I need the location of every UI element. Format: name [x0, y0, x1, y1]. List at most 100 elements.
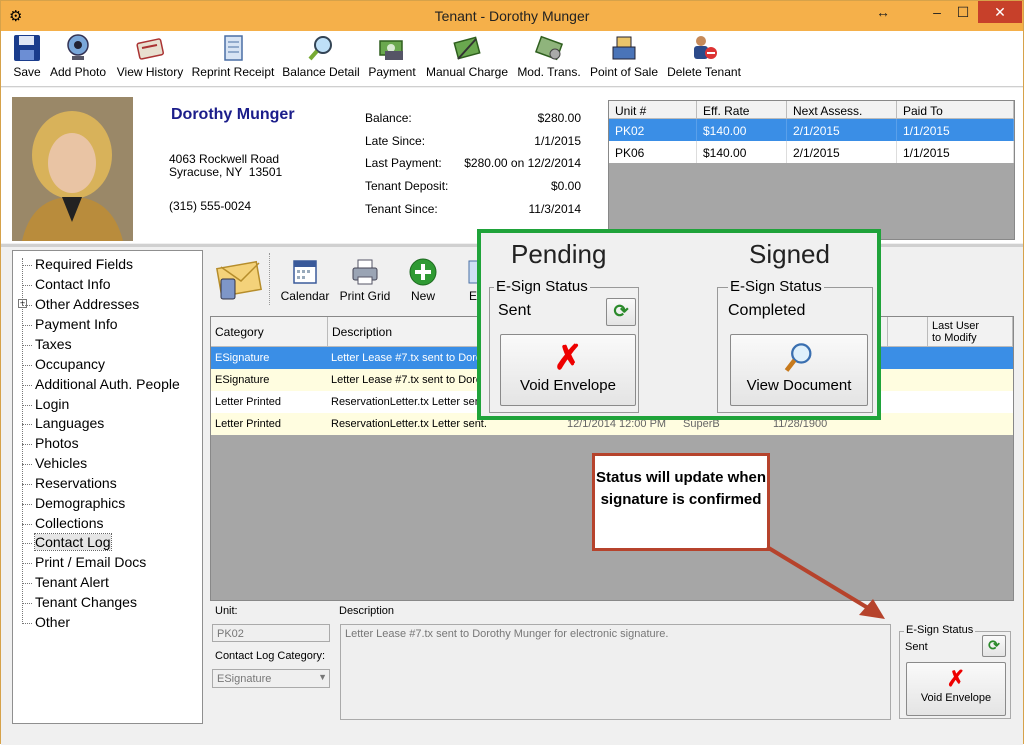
- point-of-sale-button[interactable]: Point of Sale: [589, 33, 659, 85]
- unit-field[interactable]: PK02: [212, 624, 330, 642]
- tree-connector: [22, 424, 32, 425]
- tree-connector: [22, 365, 32, 366]
- tenant-name: Dorothy Munger: [171, 106, 295, 123]
- window-title: Tenant - Dorothy Munger: [434, 8, 590, 24]
- units-header-next-assess[interactable]: Next Assess.: [787, 101, 897, 119]
- tree-connector: [22, 305, 32, 306]
- status-bar: [1, 727, 1023, 745]
- log-header-last-user[interactable]: Last User to Modify: [928, 317, 1013, 347]
- resize-icon[interactable]: ↔: [873, 1, 893, 23]
- print-grid-button[interactable]: Print Grid: [337, 257, 393, 309]
- sidebar-item-occupancy[interactable]: Occupancy: [35, 356, 105, 372]
- close-button[interactable]: ✕: [978, 1, 1022, 23]
- sidebar-item-tenant-changes[interactable]: Tenant Changes: [35, 594, 137, 610]
- refresh-status-button[interactable]: ⟳: [982, 635, 1006, 657]
- reprint-receipt-button[interactable]: Reprint Receipt: [191, 33, 275, 85]
- late-since-label: Late Since:: [365, 134, 426, 148]
- maximize-button[interactable]: ☐: [952, 1, 974, 23]
- sidebar-item-demographics[interactable]: Demographics: [35, 495, 125, 511]
- point-of-sale-icon: [612, 36, 636, 60]
- sidebar-item-login[interactable]: Login: [35, 396, 69, 412]
- tree-connector: [22, 583, 32, 584]
- log-category: Letter Printed: [215, 396, 282, 408]
- refresh-icon: ⟳: [613, 301, 629, 321]
- log-header-category[interactable]: Category: [211, 317, 328, 347]
- status-update-note: Status will update when signature is con…: [592, 453, 770, 551]
- tenant-address: 4063 Rockwell Road Syracuse, NY 13501: [169, 152, 283, 179]
- manual-charge-button[interactable]: Manual Charge: [423, 33, 511, 85]
- refresh-icon: ⟳: [988, 637, 1000, 653]
- new-button[interactable]: New: [405, 257, 441, 309]
- unit-label: Unit:: [215, 605, 238, 617]
- contact-log-category-select[interactable]: ESignature ▼: [212, 669, 330, 688]
- chevron-down-icon[interactable]: ▼: [318, 672, 327, 682]
- view-document-label: View Document: [746, 377, 852, 394]
- main-toolbar: Save Add Photo View History Reprint Rece…: [1, 31, 1023, 87]
- units-header-paid-to[interactable]: Paid To: [897, 101, 1014, 119]
- tree-connector: [22, 444, 32, 445]
- delete-tenant-button[interactable]: Delete Tenant: [665, 33, 743, 85]
- units-row[interactable]: PK06 $140.00 2/1/2015 1/1/2015: [609, 141, 1014, 163]
- save-button[interactable]: Save: [9, 33, 45, 85]
- sidebar-item-taxes[interactable]: Taxes: [35, 336, 72, 352]
- sidebar-item-other[interactable]: Other: [35, 614, 70, 630]
- tenant-photo[interactable]: [12, 97, 133, 241]
- view-history-button[interactable]: View History: [115, 33, 185, 85]
- sidebar-item-required-fields[interactable]: Required Fields: [35, 256, 133, 272]
- tenant-portrait-image: [12, 97, 133, 241]
- red-x-icon: ✗: [946, 666, 966, 691]
- sidebar-item-contact-info[interactable]: Contact Info: [35, 276, 111, 292]
- modify-transaction-icon: [534, 35, 564, 61]
- tree-connector: [22, 543, 32, 544]
- units-header-unit[interactable]: Unit #: [609, 101, 697, 119]
- tree-connector: [22, 563, 32, 564]
- sidebar-item-reservations[interactable]: Reservations: [35, 475, 117, 491]
- balance-detail-button[interactable]: Balance Detail: [281, 33, 361, 85]
- tenant-phone: (315) 555-0024: [169, 199, 252, 213]
- tenant-since-value: 11/3/2014: [528, 202, 582, 216]
- pending-refresh-button[interactable]: ⟳: [606, 298, 636, 326]
- sidebar-item-languages[interactable]: Languages: [35, 415, 104, 431]
- calendar-button[interactable]: Calendar: [279, 257, 331, 309]
- description-field[interactable]: Letter Lease #7.tx sent to Dorothy Munge…: [340, 624, 891, 720]
- magnifier-icon: [308, 36, 332, 61]
- printer-icon: [352, 259, 378, 285]
- view-document-button[interactable]: View Document: [730, 334, 868, 406]
- sidebar-item-contact-log[interactable]: Contact Log: [34, 533, 112, 551]
- tree-connector: [22, 285, 32, 286]
- void-envelope-label: Void Envelope: [920, 692, 992, 704]
- units-cell: PK06: [609, 141, 697, 163]
- log-header-blank[interactable]: [888, 317, 928, 347]
- pending-esign-status: Sent: [498, 302, 531, 319]
- units-cell: 1/1/2015: [897, 119, 1014, 141]
- sidebar-item-photos[interactable]: Photos: [35, 435, 79, 451]
- payment-button[interactable]: Payment: [365, 33, 419, 85]
- units-header-rate[interactable]: Eff. Rate: [697, 101, 787, 119]
- sidebar-item-vehicles[interactable]: Vehicles: [35, 455, 87, 471]
- sidebar-item-tenant-alert[interactable]: Tenant Alert: [35, 574, 109, 590]
- units-row-selected[interactable]: PK02 $140.00 2/1/2015 1/1/2015: [609, 119, 1014, 141]
- tenant-since-label: Tenant Since:: [365, 202, 438, 216]
- last-payment-label: Last Payment:: [365, 156, 442, 170]
- pending-void-envelope-button[interactable]: ✗ Void Envelope: [500, 334, 636, 406]
- sidebar-item-collections[interactable]: Collections: [35, 515, 103, 531]
- sidebar-item-additional-auth-people[interactable]: Additional Auth. People: [35, 376, 180, 392]
- void-envelope-button[interactable]: ✗ Void Envelope: [906, 662, 1006, 716]
- sidebar-item-print-email-docs[interactable]: Print / Email Docs: [35, 554, 146, 570]
- add-photo-button[interactable]: Add Photo: [47, 33, 109, 85]
- tree-connector: [22, 623, 32, 624]
- tree-connector: [22, 325, 32, 326]
- tree-connector: [22, 464, 32, 465]
- mod-trans-button[interactable]: Mod. Trans.: [515, 33, 583, 85]
- toolbar-separator: [269, 253, 270, 305]
- contact-log-category-label: Contact Log Category:: [215, 650, 326, 662]
- title-bar[interactable]: ⚙ Tenant - Dorothy Munger ↔ – ☐ ✕: [1, 1, 1023, 31]
- signed-esign-status: Completed: [728, 302, 806, 319]
- sidebar-item-other-addresses[interactable]: Other Addresses: [35, 296, 139, 312]
- units-cell: 2/1/2015: [787, 141, 897, 163]
- sidebar-item-payment-info[interactable]: Payment Info: [35, 316, 118, 332]
- units-grid[interactable]: Unit # Eff. Rate Next Assess. Paid To PK…: [608, 100, 1015, 240]
- minimize-button[interactable]: –: [926, 1, 948, 23]
- units-cell: $140.00: [697, 119, 787, 141]
- units-cell: $140.00: [697, 141, 787, 163]
